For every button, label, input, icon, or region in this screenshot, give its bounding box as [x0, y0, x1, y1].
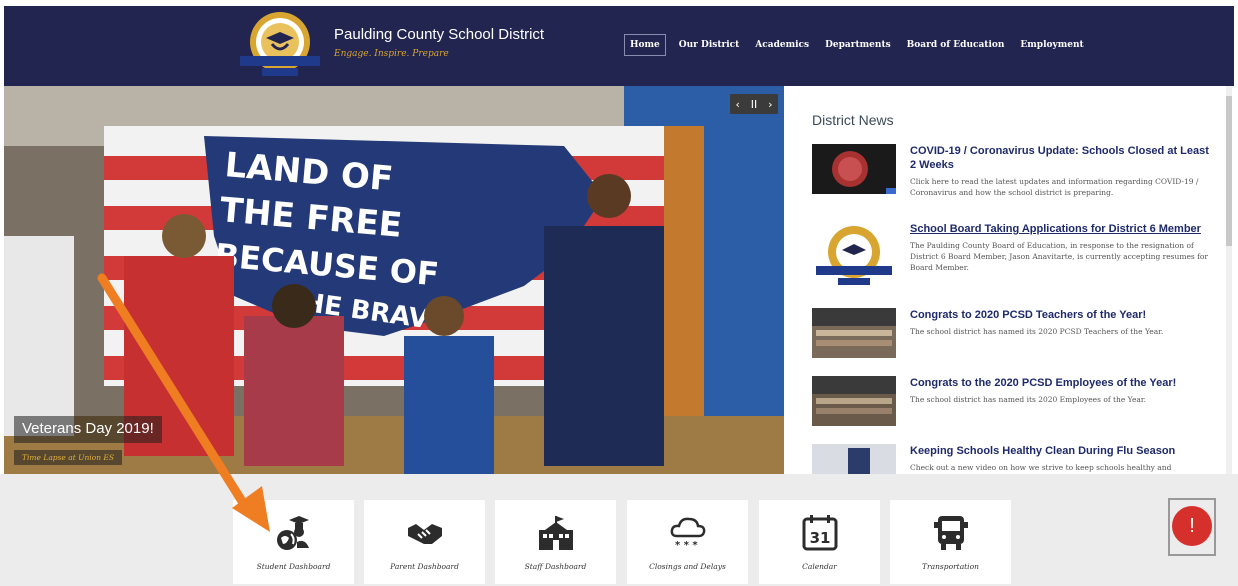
slider-prev-button[interactable]: ‹	[735, 98, 739, 111]
slide-caption-title: Veterans Day 2019!	[22, 420, 154, 437]
tile-transportation[interactable]: Transportation	[890, 500, 1011, 584]
snow-cloud-icon: * * *	[670, 517, 706, 551]
district-news-panel: District News COVID-19 / Coronavirus Upd…	[784, 86, 1232, 474]
news-item[interactable]: COVID-19 / Coronavirus Update: Schools C…	[812, 144, 1212, 200]
school-bus-icon	[934, 516, 968, 550]
tile-closings-and-delays[interactable]: * * * Closings and Delays	[627, 500, 748, 584]
employees-group-thumbnail[interactable]	[812, 376, 896, 426]
news-title-link[interactable]: Congrats to the 2020 PCSD Employees of t…	[910, 376, 1210, 390]
nav-departments[interactable]: Departments	[822, 35, 894, 55]
news-description: The school district has named its 2020 E…	[910, 395, 1147, 404]
site-title[interactable]: Paulding County School District	[334, 26, 544, 43]
calendar-day: 31	[810, 529, 831, 547]
slide-caption: Veterans Day 2019!	[14, 416, 162, 443]
news-title-link[interactable]: School Board Taking Applications for Dis…	[910, 222, 1210, 236]
svg-text:* * *: * * *	[675, 540, 698, 551]
nav-academics[interactable]: Academics	[752, 35, 812, 55]
tile-student-dashboard[interactable]: Student Dashboard	[233, 500, 354, 584]
tile-label: Parent Dashboard	[390, 562, 459, 571]
site-tagline: Engage. Inspire. Prepare	[334, 49, 449, 59]
nav-home[interactable]: Home	[624, 34, 666, 56]
news-thumbnail[interactable]	[812, 144, 896, 194]
news-scrollbar[interactable]	[1226, 86, 1232, 474]
news-heading: District News	[812, 112, 894, 128]
news-description: The school district has named its 2020 P…	[910, 327, 1164, 336]
news-description: Check out a new video on how we strive t…	[910, 463, 1172, 472]
news-description: The Paulding County Board of Education, …	[910, 241, 1209, 272]
tile-label: Calendar	[802, 562, 837, 571]
nav-our-district[interactable]: Our District	[676, 35, 743, 55]
news-title-link[interactable]: COVID-19 / Coronavirus Update: Schools C…	[910, 144, 1210, 172]
main-nav: Home Our District Academics Departments …	[624, 34, 1087, 56]
district-logo[interactable]	[236, 10, 324, 80]
news-item[interactable]: School Board Taking Applications for Dis…	[812, 222, 1212, 292]
school-building-icon	[539, 516, 573, 550]
handshake-icon	[408, 524, 442, 544]
hero-slider[interactable]: LAND OF THE FREE BECAUSE OF THE BRAVE ‹ …	[4, 86, 784, 474]
teachers-group-thumbnail[interactable]	[812, 308, 896, 358]
tile-parent-dashboard[interactable]: Parent Dashboard	[364, 500, 485, 584]
news-description: Click here to read the latest updates an…	[910, 177, 1199, 197]
site-header: Paulding County School District Engage. …	[4, 6, 1234, 86]
news-title-link[interactable]: Congrats to 2020 PCSD Teachers of the Ye…	[910, 308, 1210, 322]
nav-employment[interactable]: Employment	[1017, 35, 1086, 55]
quick-links-bar: Student Dashboard Parent Dashboard Staff…	[0, 474, 1238, 586]
alert-button[interactable]: !	[1172, 506, 1212, 546]
news-item[interactable]: Congrats to the 2020 PCSD Employees of t…	[812, 376, 1212, 426]
tile-label: Staff Dashboard	[524, 562, 587, 571]
news-title-link[interactable]: Keeping Schools Healthy Clean During Flu…	[910, 444, 1210, 458]
tile-label: Transportation	[922, 562, 979, 571]
slider-controls: ‹ II ›	[730, 94, 778, 114]
nav-board-of-education[interactable]: Board of Education	[904, 35, 1008, 55]
tile-staff-dashboard[interactable]: Staff Dashboard	[495, 500, 616, 584]
slide-caption-subtitle: Time Lapse at Union ES	[14, 450, 123, 465]
district-seal-thumbnail[interactable]	[812, 222, 896, 292]
tile-label: Closings and Delays	[649, 562, 726, 571]
slider-pause-button[interactable]: II	[751, 98, 758, 111]
calendar-icon: 31	[802, 515, 838, 551]
tile-calendar[interactable]: 31 Calendar	[759, 500, 880, 584]
news-scroll-thumb[interactable]	[1226, 96, 1232, 246]
slider-next-button[interactable]: ›	[768, 98, 772, 111]
news-item[interactable]: Keeping Schools Healthy Clean During Flu…	[812, 444, 1212, 474]
cleaning-thumbnail[interactable]	[812, 444, 896, 474]
news-item[interactable]: Congrats to 2020 PCSD Teachers of the Ye…	[812, 308, 1212, 358]
student-globe-icon	[277, 516, 309, 550]
tile-label: Student Dashboard	[256, 562, 331, 571]
